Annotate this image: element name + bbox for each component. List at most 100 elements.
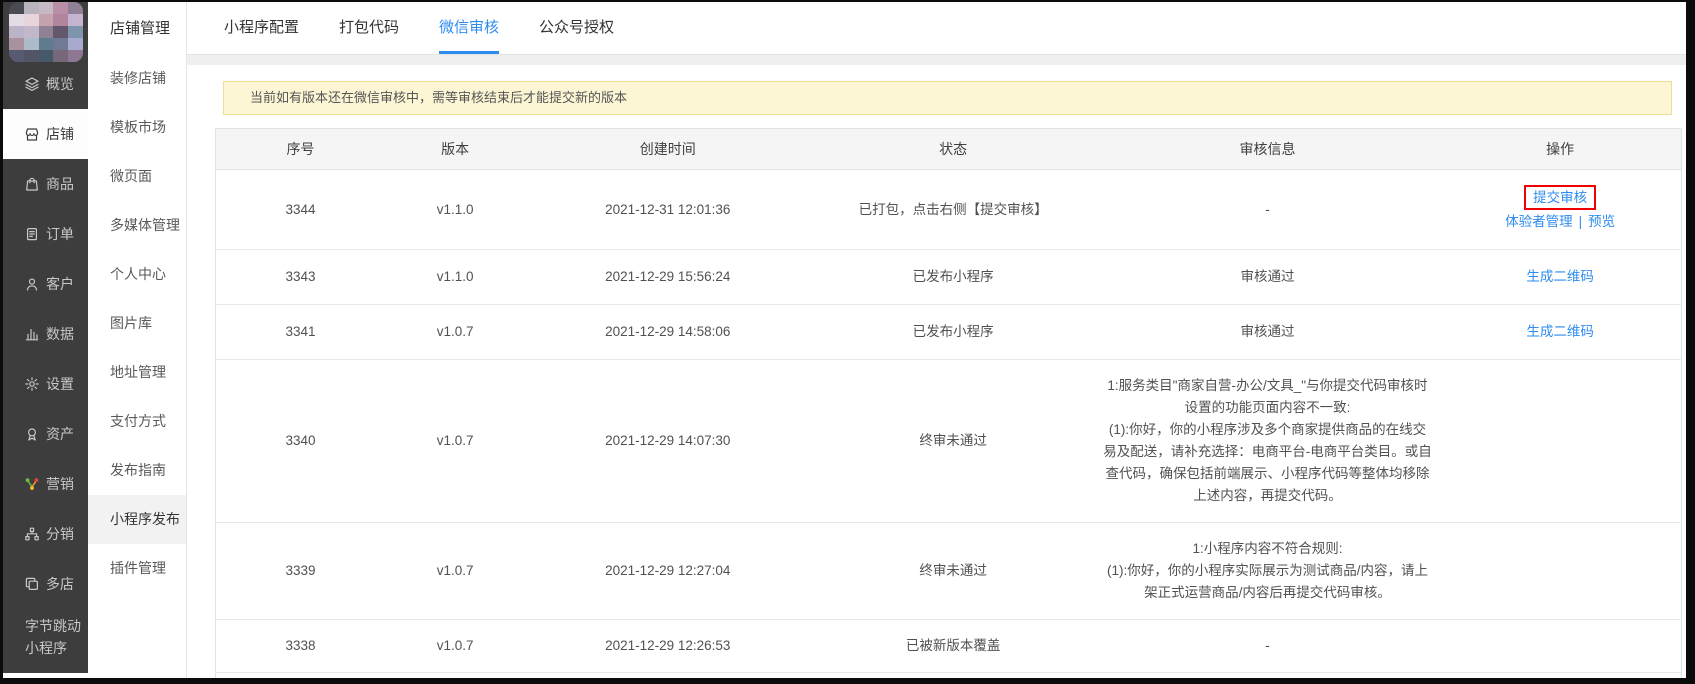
sidebar-item-label: 数据 (46, 324, 74, 344)
cell-audit: - (1096, 673, 1439, 684)
avatar-tile (68, 26, 83, 38)
submit-review-link[interactable]: 提交审核 (1524, 185, 1596, 210)
generate-qrcode-link[interactable]: 生成二维码 (1526, 269, 1594, 284)
cell-created: 2021-12-29 14:58:06 (525, 305, 810, 360)
ops-line: 生成二维码 (1443, 265, 1677, 289)
sidebar-item-label: 资产 (46, 424, 74, 444)
cell-ops (1439, 620, 1681, 673)
sidebar-item-goods[interactable]: 商品 (3, 159, 88, 209)
sidebar-item-multistore[interactable]: 多店 (3, 559, 88, 609)
column-header: 审核信息 (1096, 129, 1439, 170)
sidebar-item-label: 字节跳动小程序 (25, 615, 85, 659)
customer-person-icon (23, 276, 40, 293)
sidebar-item-orders[interactable]: 订单 (3, 209, 88, 259)
submenu-item-personal-center[interactable]: 个人中心 (88, 250, 186, 299)
submenu-item-miniprogram-release[interactable]: 小程序发布 (88, 495, 186, 544)
table-row: 3343v1.1.02021-12-29 15:56:24已发布小程序审核通过生… (216, 250, 1682, 305)
submenu-item-image-library[interactable]: 图片库 (88, 299, 186, 348)
cell-created: 2021-12-29 15:56:24 (525, 250, 810, 305)
cell-status: 终审未通过 (810, 360, 1095, 523)
tab-wechat-review[interactable]: 微信审核 (439, 2, 499, 54)
cell-version: v1.0.7 (385, 523, 525, 620)
avatar-tile (24, 14, 39, 26)
column-header: 序号 (216, 129, 386, 170)
sidebar-item-shop[interactable]: 店铺 (3, 109, 88, 159)
cell-seq: 3344 (216, 170, 386, 250)
cell-version: v1.0.7 (385, 360, 525, 523)
cell-audit: 审核通过 (1096, 305, 1439, 360)
cell-ops (1439, 360, 1681, 523)
multi-shop-icon (23, 576, 40, 593)
tab-official-account-auth[interactable]: 公众号授权 (539, 2, 614, 54)
avatar-tile (53, 2, 68, 14)
goods-bag-icon (23, 176, 40, 193)
cell-status: 已发布小程序 (810, 305, 1095, 360)
sidebar-item-label: 客户 (46, 274, 74, 294)
submenu-title: 店铺管理 (88, 2, 186, 54)
submenu-item-media-management[interactable]: 多媒体管理 (88, 201, 186, 250)
avatar-tile (9, 14, 24, 26)
sidebar-item-label: 设置 (46, 374, 74, 394)
ops-line: 提交审核 (1443, 185, 1677, 210)
tabbar: 小程序配置打包代码微信审核公众号授权 (187, 2, 1686, 54)
table-row: 3340v1.0.72021-12-29 14:07:30终审未通过1:服务类目… (216, 360, 1682, 523)
submenu-item-decorate-shop[interactable]: 装修店铺 (88, 54, 186, 103)
avatar[interactable] (9, 2, 83, 62)
cell-created: 2021-12-29 14:07:30 (525, 360, 810, 523)
layers-icon (23, 76, 40, 93)
generate-qrcode-link[interactable]: 生成二维码 (1526, 324, 1594, 339)
preview-link[interactable]: 预览 (1588, 214, 1615, 229)
medal-icon (23, 426, 40, 443)
tab-miniprogram-config[interactable]: 小程序配置 (224, 2, 299, 54)
cell-created: 2021-12-29 12:26:53 (525, 620, 810, 673)
shop-icon (23, 126, 40, 143)
submenu-item-publish-guide[interactable]: 发布指南 (88, 446, 186, 495)
submenu-item-address-management[interactable]: 地址管理 (88, 348, 186, 397)
submenu-item-payment-methods[interactable]: 支付方式 (88, 397, 186, 446)
avatar-tile (68, 2, 83, 14)
content-area: 小程序配置打包代码微信审核公众号授权 当前如有版本还在微信审核中，需等审核结束后… (187, 2, 1686, 678)
tab-package-code[interactable]: 打包代码 (339, 2, 399, 54)
avatar-tile (9, 38, 24, 50)
avatar-tile (24, 26, 39, 38)
cell-audit: 1:小程序内容不符合规则: (1):你好，你的小程序实际展示为测试商品/内容，请… (1096, 523, 1439, 620)
sidebar-item-customers[interactable]: 客户 (3, 259, 88, 309)
avatar-tile (39, 2, 54, 14)
cell-created: 2021-12-29 12:26:36 (525, 673, 810, 684)
sidebar-item-bytedance-miniprogram[interactable]: 字节跳动小程序 (3, 609, 88, 665)
sitemap-icon (23, 526, 40, 543)
ops-separator: | (1579, 214, 1583, 229)
secondary-sidebar: 店铺管理 装修店铺模板市场微页面多媒体管理个人中心图片库地址管理支付方式发布指南… (88, 2, 187, 678)
sidebar-item-assets[interactable]: 资产 (3, 409, 88, 459)
submenu-item-micro-page[interactable]: 微页面 (88, 152, 186, 201)
divider-band (187, 54, 1686, 65)
cell-seq: 3337 (216, 673, 386, 684)
avatar-tile (9, 26, 24, 38)
cell-ops: 生成二维码 (1439, 305, 1681, 360)
sidebar-item-settings[interactable]: 设置 (3, 359, 88, 409)
cell-version: v1.0.7 (385, 673, 525, 684)
cell-created: 2021-12-31 12:01:36 (525, 170, 810, 250)
table-row: 3341v1.0.72021-12-29 14:58:06已发布小程序审核通过生… (216, 305, 1682, 360)
sidebar-item-marketing[interactable]: 营销 (3, 459, 88, 509)
sidebar-item-data[interactable]: 数据 (3, 309, 88, 359)
sidebar-item-overview[interactable]: 概览 (3, 59, 88, 109)
sidebar-item-distribution[interactable]: 分销 (3, 509, 88, 559)
submenu-item-plugin-management[interactable]: 插件管理 (88, 544, 186, 593)
avatar-tile (39, 38, 54, 50)
sidebar-item-label: 营销 (46, 474, 74, 494)
avatar-tile (68, 38, 83, 50)
avatar-tile (9, 2, 24, 14)
table-row: 3338v1.0.72021-12-29 12:26:53已被新版本覆盖- (216, 620, 1682, 673)
cell-seq: 3340 (216, 360, 386, 523)
cell-version: v1.0.7 (385, 305, 525, 360)
cell-status: 终审未通过 (810, 523, 1095, 620)
order-list-icon (23, 226, 40, 243)
sidebar-item-label: 多店 (46, 574, 74, 594)
column-header: 版本 (385, 129, 525, 170)
cell-status: 已发布小程序 (810, 250, 1095, 305)
tester-management-link[interactable]: 体验者管理 (1505, 214, 1573, 229)
cell-version: v1.0.7 (385, 620, 525, 673)
primary-nav: 概览店铺商品订单客户数据设置资产营销分销多店字节跳动小程序 (3, 59, 88, 665)
submenu-item-template-market[interactable]: 模板市场 (88, 103, 186, 152)
